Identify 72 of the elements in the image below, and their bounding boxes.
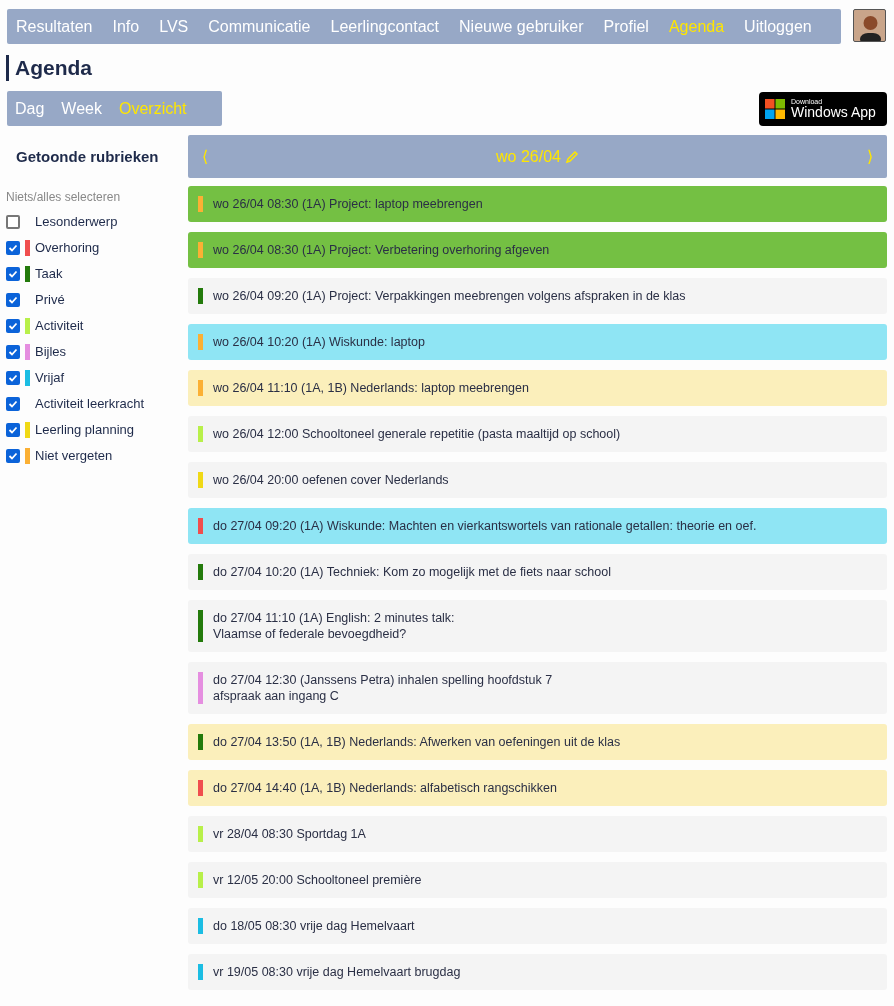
category-label: Activiteit leerkracht xyxy=(35,394,145,413)
agenda-item-text: wo 26/04 10:20 (1A) Wiskunde: laptop xyxy=(213,334,425,350)
avatar[interactable] xyxy=(853,9,886,42)
agenda-item[interactable]: vr 28/04 08:30 Sportdag 1A xyxy=(188,816,887,852)
agenda-item-text: wo 26/04 08:30 (1A) Project: Verbetering overhoring afgeven xyxy=(213,242,550,258)
category-label: Activiteit xyxy=(35,316,84,335)
category-checkbox[interactable] xyxy=(6,448,20,463)
agenda-item[interactable]: wo 26/04 11:10 (1A, 1B) Nederlands: laptop meebrengen xyxy=(188,370,887,406)
check-icon xyxy=(8,294,18,305)
agenda-item-text: wo 26/04 20:00 oefenen cover Nederlands xyxy=(213,472,449,488)
category-checkbox[interactable] xyxy=(6,240,20,255)
agenda-item[interactable]: wo 26/04 12:00 Schooltoneel generale repetitie (pasta maaltijd op school) xyxy=(188,416,887,452)
check-icon xyxy=(8,268,18,279)
agenda-item[interactable]: vr 12/05 20:00 Schooltoneel première xyxy=(188,862,887,898)
check-icon xyxy=(8,450,18,461)
agenda-item[interactable]: do 18/05 08:30 vrije dag Hemelvaart xyxy=(188,908,887,944)
category-checkbox[interactable] xyxy=(6,214,20,229)
agenda-item-text: wo 26/04 08:30 (1A) Project: laptop meebrengen xyxy=(213,196,483,212)
agenda-item[interactable]: do 27/04 10:20 (1A) Techniek: Kom zo mogelijk met de fiets naar school xyxy=(188,554,887,590)
check-icon xyxy=(8,398,18,409)
agenda-item-text: do 27/04 10:20 (1A) Techniek: Kom zo mogelijk met de fiets naar school xyxy=(213,564,611,580)
check-icon xyxy=(8,372,18,383)
select-all-link[interactable]: Niets/alles selecteren xyxy=(6,187,181,206)
agenda-item[interactable]: do 27/04 11:10 (1A) English: 2 minutes talk: Vlaamse of federale bevoegdheid? xyxy=(188,600,887,652)
agenda-item[interactable]: do 27/04 12:30 (Janssens Petra) inhalen spelling hoofdstuk 7 afspraak aan ingang C xyxy=(188,662,887,714)
agenda-item-text: do 27/04 13:50 (1A, 1B) Nederlands: Afwerken van oefeningen uit de klas xyxy=(213,734,621,750)
category-label: Taak xyxy=(35,264,63,283)
agenda-item[interactable]: wo 26/04 10:20 (1A) Wiskunde: laptop xyxy=(188,324,887,360)
check-icon xyxy=(8,242,18,253)
agenda-item-text: afspraak aan ingang C xyxy=(213,688,340,704)
category-checkbox[interactable] xyxy=(6,344,20,359)
sidebar-heading: Getoonde rubrieken xyxy=(15,147,160,167)
agenda-item[interactable]: wo 26/04 08:30 (1A) Project: Verbetering overhoring afgeven xyxy=(188,232,887,268)
page-title: Agenda xyxy=(15,55,93,81)
agenda-item-text: do 18/05 08:30 vrije dag Hemelvaart xyxy=(213,918,415,934)
agenda-item[interactable]: do 27/04 14:40 (1A, 1B) Nederlands: alfabetisch rangschikken xyxy=(188,770,887,806)
category-label: Overhoring xyxy=(35,238,100,257)
agenda-item-text: wo 26/04 09:20 (1A) Project: Verpakkingen meebrengen volgens afspraken in de klas xyxy=(213,288,686,304)
category-checkbox[interactable] xyxy=(6,396,20,411)
agenda-item-text: do 27/04 12:30 (Janssens Petra) inhalen spelling hoofdstuk 7 xyxy=(213,672,553,688)
check-icon xyxy=(8,346,18,357)
category-checkbox[interactable] xyxy=(6,318,20,333)
category-checkbox[interactable] xyxy=(6,422,20,437)
agenda-item[interactable]: wo 26/04 09:20 (1A) Project: Verpakkingen meebrengen volgens afspraken in de klas xyxy=(188,278,887,314)
agenda-item-text: vr 19/05 08:30 vrije dag Hemelvaart brugdag xyxy=(213,964,461,980)
badge-title: Windows App xyxy=(791,105,876,119)
agenda-item[interactable]: wo 26/04 08:30 (1A) Project: laptop meebrengen xyxy=(188,186,887,222)
agenda-item[interactable]: vr 19/05 08:30 vrije dag Hemelvaart brugdag xyxy=(188,954,887,990)
category-label: Privé xyxy=(35,290,65,309)
agenda-item-text: Vlaamse of federale bevoegdheid? xyxy=(213,626,408,642)
check-icon xyxy=(8,424,18,435)
agenda-item-text: wo 26/04 12:00 Schooltoneel generale repetitie (pasta maaltijd op school) xyxy=(213,426,621,442)
check-icon xyxy=(8,320,18,331)
category-label: Vrijaf xyxy=(35,368,65,387)
category-label: Niet vergeten xyxy=(35,446,113,465)
category-label: Lesonderwerp xyxy=(35,212,118,231)
agenda-item-text: wo 26/04 11:10 (1A, 1B) Nederlands: laptop meebrengen xyxy=(213,380,529,396)
date-label: wo 26/04 xyxy=(496,146,561,167)
category-label: Leerling planning xyxy=(35,420,135,439)
agenda-item[interactable]: wo 26/04 20:00 oefenen cover Nederlands xyxy=(188,462,887,498)
category-checkbox[interactable] xyxy=(6,266,20,281)
category-checkbox[interactable] xyxy=(6,292,20,307)
category-label: Bijles xyxy=(35,342,67,361)
agenda-item-text: do 27/04 14:40 (1A, 1B) Nederlands: alfabetisch rangschikken xyxy=(213,780,557,796)
agenda-item[interactable]: do 27/04 13:50 (1A, 1B) Nederlands: Afwerken van oefeningen uit de klas xyxy=(188,724,887,760)
agenda-item-text: vr 12/05 20:00 Schooltoneel première xyxy=(213,872,422,888)
agenda-item-text: do 27/04 09:20 (1A) Wiskunde: Machten en vierkantswortels van rationale getallen: theorie en oef. xyxy=(213,518,757,534)
agenda-item-text: do 27/04 11:10 (1A) English: 2 minutes talk: xyxy=(213,610,455,626)
windows-logo-icon xyxy=(765,98,785,119)
category-checkbox[interactable] xyxy=(6,370,20,385)
agenda-item-text: vr 28/04 08:30 Sportdag 1A xyxy=(213,826,366,842)
agenda-item[interactable]: do 27/04 09:20 (1A) Wiskunde: Machten en vierkantswortels van rationale getallen: theorie en oef. xyxy=(188,508,887,544)
